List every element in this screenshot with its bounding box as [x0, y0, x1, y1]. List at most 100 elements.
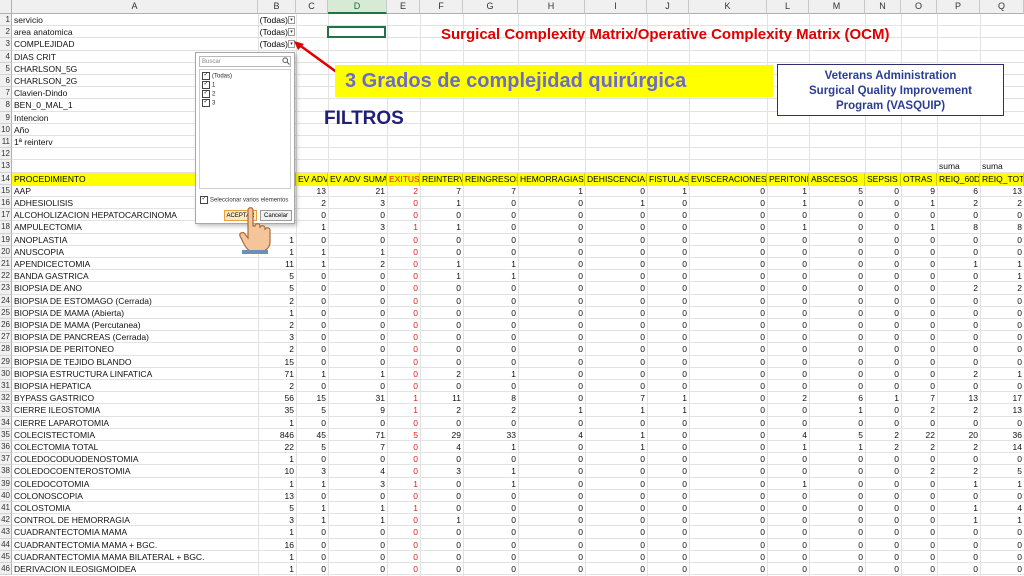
- procedure-name-cell[interactable]: COLECTOMIA TOTAL: [12, 441, 258, 453]
- value-cell[interactable]: 3: [328, 197, 387, 209]
- value-cell[interactable]: 3: [258, 331, 296, 343]
- value-cell[interactable]: 0: [937, 319, 980, 331]
- value-cell[interactable]: 2: [937, 441, 980, 453]
- value-cell[interactable]: 0: [901, 343, 937, 355]
- value-cell[interactable]: 0: [585, 502, 647, 514]
- table-header-cell[interactable]: OTRAS: [901, 172, 937, 186]
- row-header[interactable]: 26: [0, 319, 12, 332]
- value-cell[interactable]: 0: [865, 185, 901, 197]
- value-cell[interactable]: 17: [980, 392, 1024, 404]
- value-cell[interactable]: 0: [865, 368, 901, 380]
- procedure-name-cell[interactable]: BIOPSIA DE MAMA (Percutanea): [12, 319, 258, 331]
- value-cell[interactable]: 0: [585, 539, 647, 551]
- value-cell[interactable]: 1: [258, 307, 296, 319]
- value-cell[interactable]: 0: [647, 368, 689, 380]
- value-cell[interactable]: 0: [809, 319, 865, 331]
- row-header[interactable]: 1: [0, 14, 12, 27]
- value-cell[interactable]: 0: [328, 356, 387, 368]
- value-cell[interactable]: 0: [937, 356, 980, 368]
- value-cell[interactable]: 0: [901, 246, 937, 258]
- value-cell[interactable]: 0: [463, 197, 518, 209]
- value-cell[interactable]: 0: [767, 465, 809, 477]
- procedure-name-cell[interactable]: DERIVACION ILEOSIGMOIDEA: [12, 563, 258, 575]
- value-cell[interactable]: 2: [901, 404, 937, 416]
- value-cell[interactable]: 0: [387, 319, 420, 331]
- value-cell[interactable]: 2: [980, 282, 1024, 294]
- value-cell[interactable]: 21: [328, 185, 387, 197]
- value-cell[interactable]: 1: [328, 514, 387, 526]
- value-cell[interactable]: 0: [647, 331, 689, 343]
- value-cell[interactable]: 0: [647, 380, 689, 392]
- filter-search-input[interactable]: Buscar: [199, 56, 291, 67]
- row-header[interactable]: 12: [0, 148, 12, 161]
- procedure-name-cell[interactable]: COLONOSCOPIA: [12, 490, 258, 502]
- table-header-cell[interactable]: EV ADV: [296, 172, 328, 186]
- value-cell[interactable]: 11: [258, 258, 296, 270]
- value-cell[interactable]: 0: [387, 295, 420, 307]
- column-header-n[interactable]: N: [865, 0, 901, 14]
- filter-item-all[interactable]: ✓ (Todas): [202, 72, 232, 80]
- value-cell[interactable]: 0: [328, 526, 387, 538]
- value-cell[interactable]: 0: [647, 356, 689, 368]
- value-cell[interactable]: 0: [689, 343, 767, 355]
- value-cell[interactable]: 0: [328, 490, 387, 502]
- row-header[interactable]: 37: [0, 453, 12, 466]
- value-cell[interactable]: 0: [809, 551, 865, 563]
- value-cell[interactable]: 0: [420, 526, 463, 538]
- value-cell[interactable]: 0: [463, 319, 518, 331]
- value-cell[interactable]: 0: [980, 356, 1024, 368]
- value-cell[interactable]: 2: [463, 404, 518, 416]
- value-cell[interactable]: 0: [387, 465, 420, 477]
- value-cell[interactable]: 1: [647, 392, 689, 404]
- value-cell[interactable]: 0: [980, 234, 1024, 246]
- value-cell[interactable]: 0: [647, 209, 689, 221]
- value-cell[interactable]: 0: [865, 282, 901, 294]
- value-cell[interactable]: 0: [518, 465, 585, 477]
- value-cell[interactable]: 0: [980, 307, 1024, 319]
- value-cell[interactable]: 0: [518, 331, 585, 343]
- value-cell[interactable]: 45: [296, 429, 328, 441]
- value-cell[interactable]: 0: [809, 356, 865, 368]
- value-cell[interactable]: 0: [420, 551, 463, 563]
- value-cell[interactable]: 0: [518, 197, 585, 209]
- value-cell[interactable]: 1: [647, 404, 689, 416]
- value-cell[interactable]: 0: [647, 319, 689, 331]
- value-cell[interactable]: 0: [420, 282, 463, 294]
- value-cell[interactable]: 0: [865, 246, 901, 258]
- value-cell[interactable]: 0: [296, 209, 328, 221]
- value-cell[interactable]: 1: [296, 368, 328, 380]
- value-cell[interactable]: 0: [865, 209, 901, 221]
- value-cell[interactable]: 0: [689, 185, 767, 197]
- value-cell[interactable]: 4: [767, 429, 809, 441]
- value-cell[interactable]: 1: [463, 270, 518, 282]
- value-cell[interactable]: 0: [689, 282, 767, 294]
- value-cell[interactable]: 0: [980, 490, 1024, 502]
- value-cell[interactable]: 0: [463, 246, 518, 258]
- value-cell[interactable]: 0: [518, 295, 585, 307]
- table-header-cell[interactable]: DEHISCENCIAS: [585, 172, 647, 186]
- value-cell[interactable]: 0: [937, 490, 980, 502]
- value-cell[interactable]: 0: [937, 331, 980, 343]
- value-cell[interactable]: 0: [689, 429, 767, 441]
- value-cell[interactable]: 1: [328, 246, 387, 258]
- value-cell[interactable]: 0: [518, 209, 585, 221]
- value-cell[interactable]: 36: [980, 429, 1024, 441]
- row-header[interactable]: 7: [0, 87, 12, 100]
- value-cell[interactable]: 0: [937, 209, 980, 221]
- value-cell[interactable]: 0: [865, 343, 901, 355]
- value-cell[interactable]: 0: [387, 209, 420, 221]
- value-cell[interactable]: 0: [809, 295, 865, 307]
- value-cell[interactable]: 2: [328, 258, 387, 270]
- value-cell[interactable]: 0: [420, 234, 463, 246]
- value-cell[interactable]: 0: [463, 526, 518, 538]
- value-cell[interactable]: 0: [901, 502, 937, 514]
- value-cell[interactable]: 0: [463, 307, 518, 319]
- value-cell[interactable]: 0: [865, 197, 901, 209]
- value-cell[interactable]: 1: [901, 221, 937, 233]
- value-cell[interactable]: 0: [463, 343, 518, 355]
- value-cell[interactable]: 2: [980, 197, 1024, 209]
- value-cell[interactable]: 0: [387, 441, 420, 453]
- value-cell[interactable]: 3: [258, 514, 296, 526]
- procedure-name-cell[interactable]: BIOPSIA DE TEJIDO BLANDO: [12, 356, 258, 368]
- value-cell[interactable]: 0: [865, 453, 901, 465]
